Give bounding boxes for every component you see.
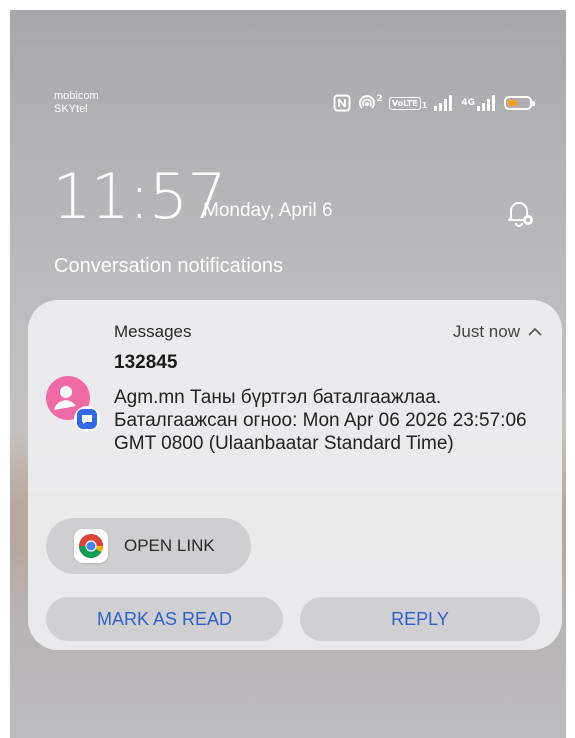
carrier-name-1: mobicom (54, 90, 99, 102)
open-link-button[interactable]: OPEN LINK (46, 518, 251, 574)
notification-timestamp: Just now (452, 322, 520, 341)
contact-avatar (46, 376, 100, 432)
chrome-icon (79, 534, 104, 559)
battery-icon (504, 96, 535, 110)
reply-button[interactable]: REPLY (300, 597, 540, 641)
lock-screen: mobicom SKYtel 2 VoLTE 1 4G 11:57 Monday… (10, 10, 566, 738)
notification-card[interactable]: Messages Just now 132845 Agm.mn Таны бүр… (28, 300, 562, 650)
app-name: Messages (114, 322, 192, 341)
open-link-label: OPEN LINK (124, 536, 215, 555)
notification-meta[interactable]: Just now (453, 322, 542, 342)
carrier-info: mobicom SKYtel (54, 90, 99, 116)
hotspot-count: 2 (376, 94, 383, 104)
message-body: Agm.mn Таны бүртгэл баталгаажлаа. Баталг… (114, 387, 527, 454)
signal-icon (434, 95, 453, 111)
volte-sim: 1 (421, 100, 428, 110)
volte-indicator: VoLTE 1 (388, 96, 428, 110)
clock-date: Monday, April 6 (203, 200, 333, 221)
messages-badge (74, 406, 100, 432)
volte-badge: VoLTE (388, 96, 421, 110)
collapse-chevron-icon[interactable] (528, 327, 542, 337)
mark-as-read-button[interactable]: MARK AS READ (46, 597, 283, 641)
messages-app-icon (77, 409, 97, 429)
battery-level (508, 100, 517, 106)
section-title: Conversation notifications (54, 255, 284, 277)
nfc-icon (333, 94, 351, 112)
signal-icon-2 (477, 95, 495, 111)
clock-time: 11:57 (52, 160, 227, 233)
message-sender: 132845 (114, 352, 178, 373)
chrome-tile (74, 529, 108, 563)
status-icons: 2 VoLTE 1 4G (333, 92, 535, 114)
carrier-name-2: SKYtel (54, 103, 88, 115)
hotspot-icon (358, 95, 375, 109)
network-indicator: 4G (461, 95, 498, 111)
notification-settings-icon[interactable] (502, 196, 536, 230)
network-type: 4G (461, 97, 475, 108)
hotspot-indicator: 2 (357, 94, 383, 112)
